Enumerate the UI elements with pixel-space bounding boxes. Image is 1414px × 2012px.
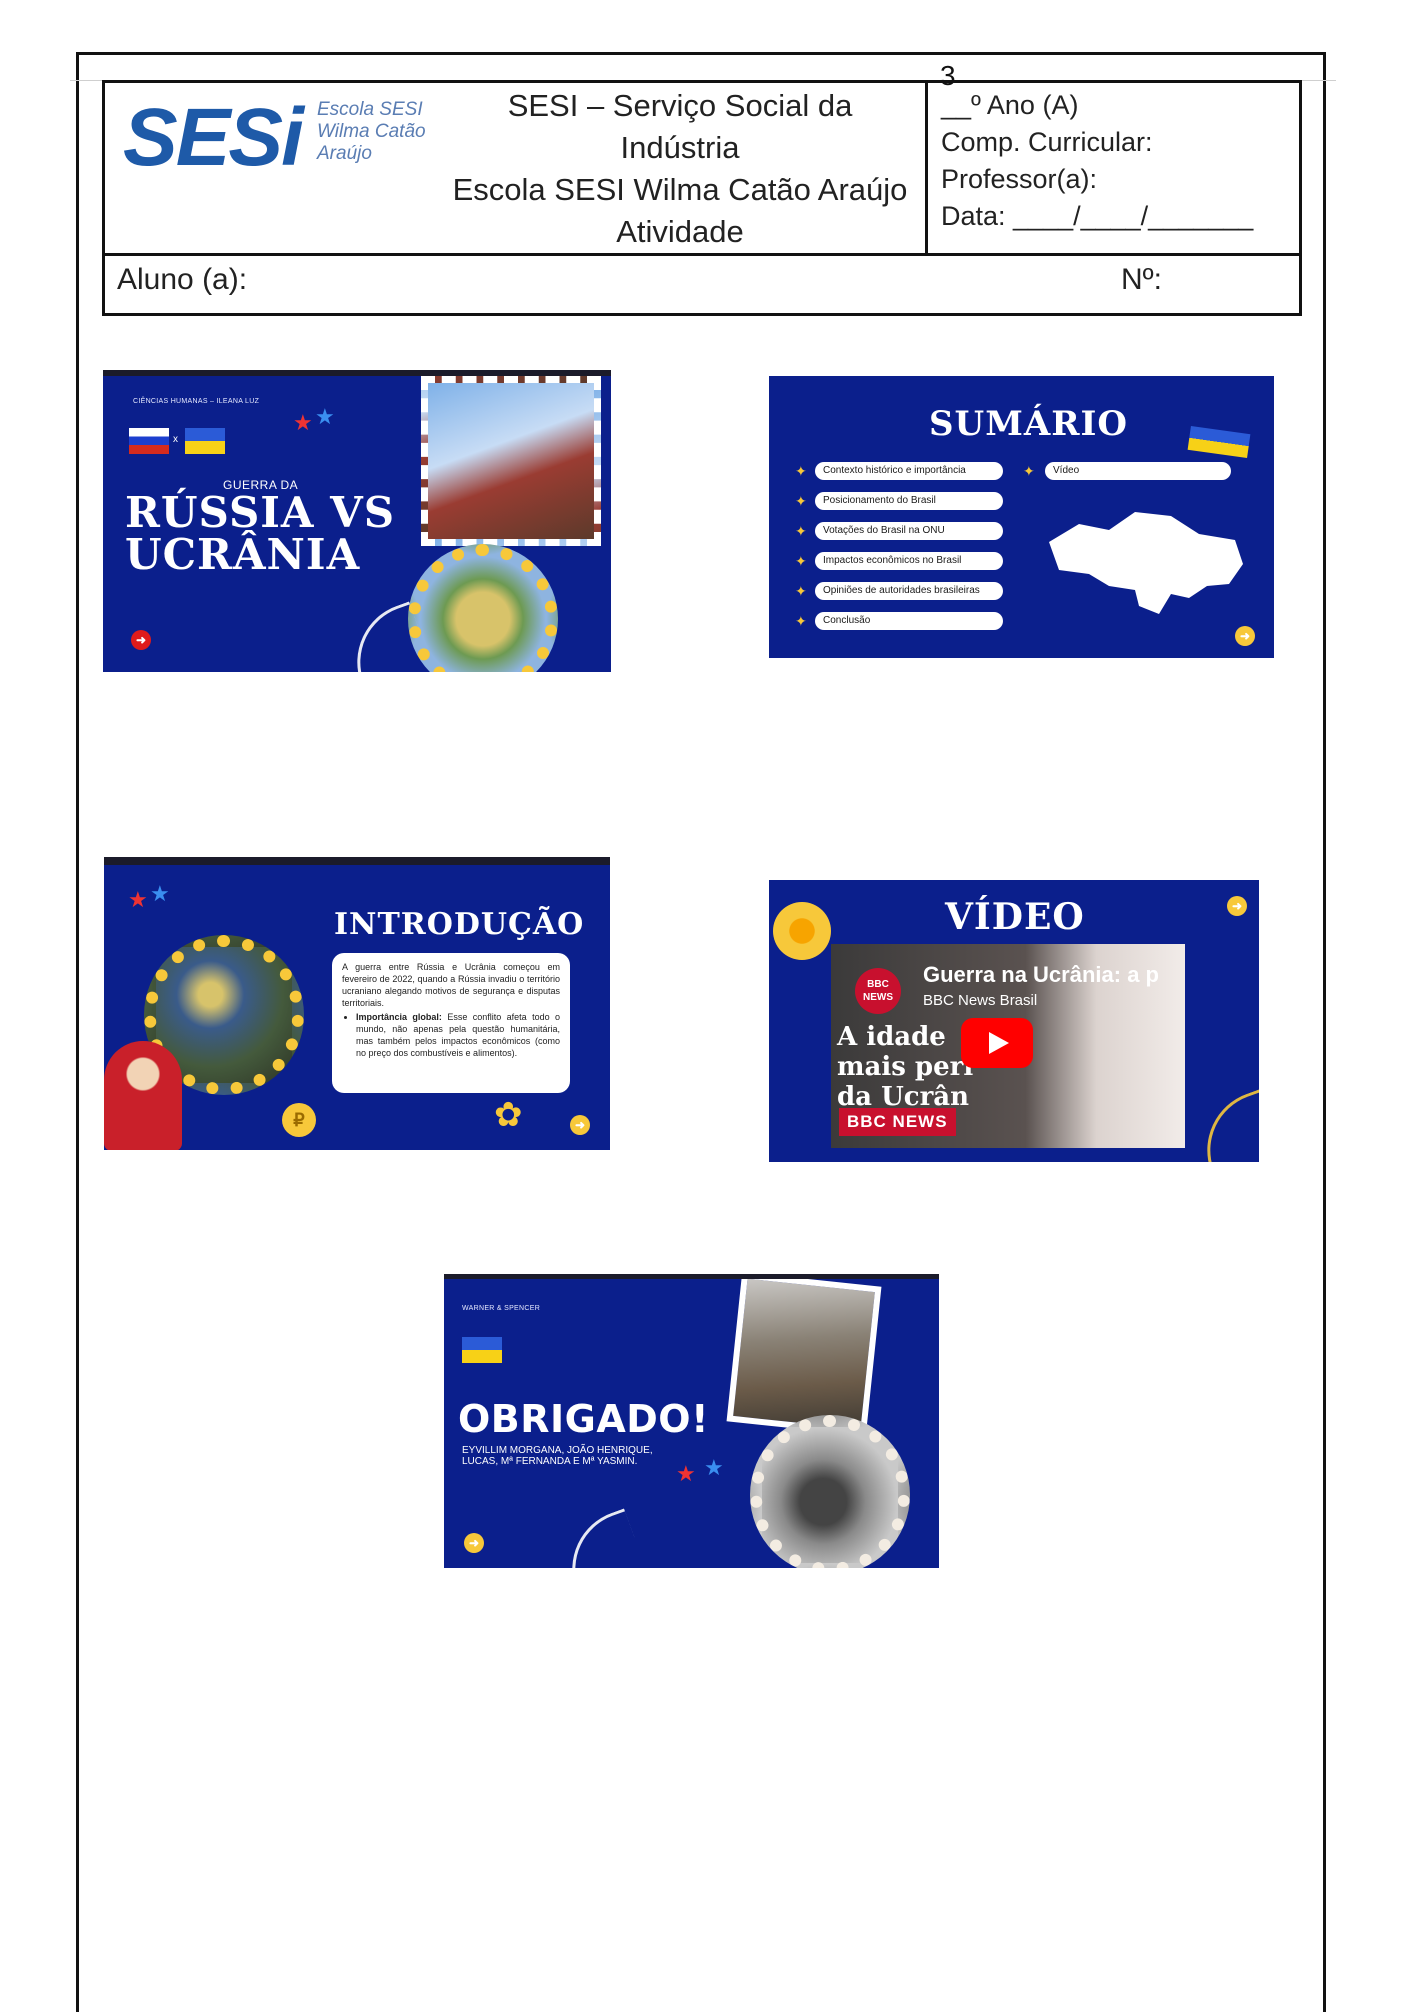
sparkle-icon: ✦: [795, 553, 807, 569]
next-arrow-button[interactable]: ➜: [131, 630, 151, 650]
summary-item: Impactos econômicos no Brasil: [815, 552, 1003, 570]
flower-icon: ✿: [494, 1096, 523, 1134]
course-label: CIÊNCIAS HUMANAS – ILEANA LUZ: [133, 398, 260, 405]
star-icon: ★: [315, 404, 335, 429]
slide-summary: SUMÁRIO ✦ Contexto histórico e importânc…: [769, 376, 1274, 658]
bbc-news-channel-avatar: BBC NEWS: [855, 968, 901, 1014]
cover-title: RÚSSIA VS UCRÂNIA: [125, 488, 396, 579]
sesi-logo-text: SESi: [123, 92, 304, 183]
teacher-field: Professor(a):: [941, 164, 1098, 194]
leaf-icon: [1190, 1089, 1259, 1162]
introduction-title: INTRODUÇÃO: [334, 907, 585, 942]
sparkle-icon: ✦: [795, 613, 807, 629]
introduction-bullets: Importância global: Esse conflito afeta …: [342, 1011, 560, 1059]
summary-item: Conclusão: [815, 612, 1003, 630]
summary-item: Vídeo: [1045, 462, 1231, 480]
header-top-row: SESi Escola SESI Wilma Catão Araújo SESI…: [105, 83, 1299, 256]
video-caption-title: Guerra na Ucrânia: a p: [923, 962, 1159, 987]
summary-item: Votações do Brasil na ONU: [815, 522, 1003, 540]
header-divider: [925, 83, 928, 253]
summary-title: SUMÁRIO: [929, 404, 1128, 444]
slide-video: VÍDEO BBC NEWS Guerra na Ucrânia: a p BB…: [769, 880, 1259, 1162]
star-icon: ★: [676, 1461, 696, 1486]
next-arrow-button[interactable]: ➜: [464, 1533, 484, 1553]
ukraine-flag-icon: [185, 428, 225, 454]
summary-item: Contexto histórico e importância: [815, 462, 1003, 480]
grade-field: __º Ano (A): [941, 90, 1079, 120]
slide-thanks: WARNER & SPENCER OBRIGADO! EYVILLIM MORG…: [444, 1274, 939, 1568]
bbc-news-logo: BBC NEWS: [839, 1108, 956, 1136]
kremlin-stamp-image: [421, 376, 601, 546]
sesi-logo: SESi Escola SESI Wilma Catão Araújo: [121, 91, 441, 201]
worksheet-header: SESi Escola SESI Wilma Catão Araújo SESI…: [102, 80, 1302, 316]
youtube-video-embed[interactable]: BBC NEWS Guerra na Ucrânia: a p BBC News…: [831, 944, 1185, 1148]
authors-list: EYVILLIM MORGANA, JOÃO HENRIQUE, LUCAS, …: [462, 1445, 653, 1467]
sparkle-icon: ✦: [795, 463, 807, 479]
matryoshka-doll-icon: [104, 1041, 182, 1150]
flag-separator: x: [173, 434, 178, 445]
slide-introduction: ★ ★ INTRODUÇÃO A guerra entre Rússia e U…: [104, 857, 610, 1150]
next-arrow-button[interactable]: ➜: [570, 1115, 590, 1135]
play-button-icon[interactable]: [961, 1018, 1033, 1068]
sparkle-icon: ✦: [795, 583, 807, 599]
thanks-title: OBRIGADO!: [458, 1397, 709, 1441]
russia-flag-icon: [129, 428, 169, 454]
star-icon: ★: [128, 887, 148, 912]
flower-icon: [773, 902, 831, 960]
ukraine-flag-icon: [1187, 425, 1251, 459]
slide-cover: CIÊNCIAS HUMANAS – ILEANA LUZ x ★ ★ GUER…: [103, 370, 611, 672]
header-title: SESI – Serviço Social da Indústria Escol…: [452, 88, 908, 249]
sparkle-icon: ✦: [795, 523, 807, 539]
sparkle-icon: ✦: [795, 493, 807, 509]
leaf-icon: [555, 1508, 646, 1568]
introduction-paragraph: A guerra entre Rússia e Ucrânia começou …: [342, 962, 560, 1008]
helicopter-smoke-photo: [750, 1415, 910, 1568]
video-title: VÍDEO: [945, 896, 1085, 938]
video-channel-name: BBC News Brasil: [923, 992, 1038, 1009]
ukraine-map-icon: [1049, 512, 1243, 614]
star-icon: ★: [150, 881, 170, 906]
next-arrow-button[interactable]: ➜: [1235, 626, 1255, 646]
kyiv-cathedral-image: [408, 544, 558, 672]
date-field: Data: ____/____/_______: [941, 201, 1254, 231]
star-icon: ★: [293, 410, 313, 435]
star-icon: ★: [704, 1455, 724, 1480]
ukraine-flag-icon: [462, 1337, 502, 1363]
summary-item: Posicionamento do Brasil: [815, 492, 1003, 510]
course-label: WARNER & SPENCER: [462, 1305, 541, 1312]
header-info: __º Ano (A) Comp. Curricular: Professor(…: [941, 87, 1253, 235]
soldier-photo: [726, 1279, 882, 1436]
video-thumbnail-text: A idade mais peri da Ucrân: [837, 1022, 974, 1112]
student-name-field: Aluno (a):: [117, 263, 248, 296]
summary-item: Opiniões de autoridades brasileiras: [815, 582, 1003, 600]
student-number-field: Nº:: [1121, 263, 1162, 296]
ruble-coin-icon: ₽: [282, 1103, 316, 1137]
next-arrow-button[interactable]: ➜: [1227, 896, 1247, 916]
bullet-item: Importância global: Esse conflito afeta …: [356, 1011, 560, 1059]
subject-field: Comp. Curricular:: [941, 127, 1153, 157]
logo-school-name: Escola SESI Wilma Catão Araújo: [317, 99, 426, 164]
introduction-text-card: A guerra entre Rússia e Ucrânia começou …: [332, 953, 570, 1093]
sparkle-icon: ✦: [1023, 463, 1035, 479]
